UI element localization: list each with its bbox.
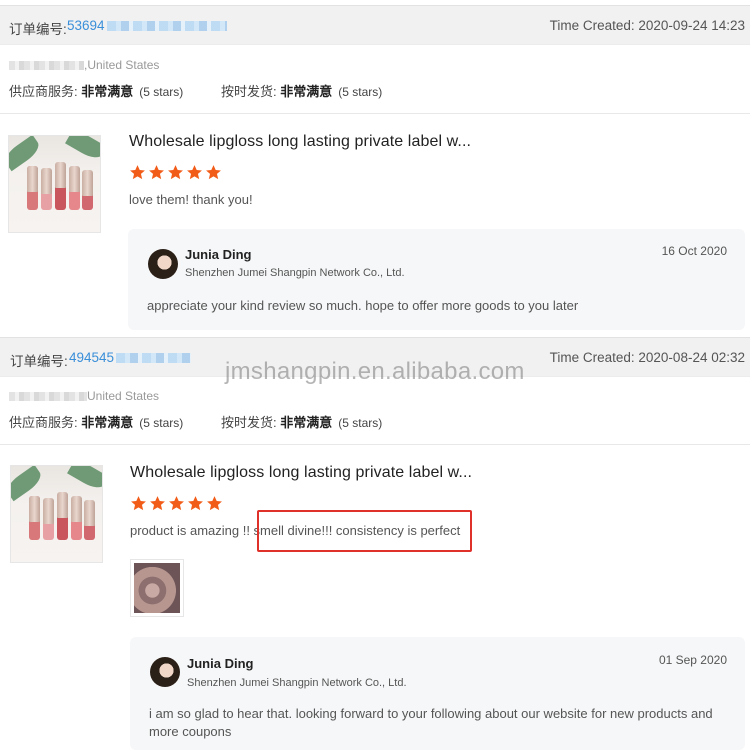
star-icon bbox=[168, 165, 183, 180]
star-icon bbox=[169, 496, 184, 511]
reply-company: Shenzhen Jumei Shangpin Network Co., Ltd… bbox=[185, 267, 405, 279]
shipping-stars: (5 stars) bbox=[338, 85, 383, 99]
reply-date: 01 Sep 2020 bbox=[658, 653, 727, 667]
supplier-reply: Junia Ding Shenzhen Jumei Shangpin Netwo… bbox=[130, 637, 745, 750]
review-photo[interactable] bbox=[130, 559, 184, 617]
review-text: love them! thank you! bbox=[129, 192, 253, 207]
star-icon bbox=[207, 496, 222, 511]
supplier-service-value: 非常满意 bbox=[81, 415, 134, 430]
order-number-link[interactable]: 53694 bbox=[67, 18, 227, 33]
order-number-label: 订单编号: bbox=[10, 354, 68, 369]
order-number-link[interactable]: 494545 bbox=[69, 350, 192, 365]
reply-author-name: Junia Ding bbox=[187, 656, 254, 671]
redacted-buyer-name bbox=[9, 392, 87, 402]
redacted-order-number bbox=[106, 21, 227, 32]
star-icon bbox=[187, 165, 202, 180]
redacted-order-number bbox=[116, 353, 192, 364]
rating-stars bbox=[130, 495, 223, 512]
supplier-service-label: 供应商服务: bbox=[9, 415, 78, 430]
supplier-service-stars: (5 stars) bbox=[139, 416, 184, 430]
star-icon bbox=[130, 165, 145, 180]
star-icon bbox=[150, 496, 165, 511]
star-icon bbox=[206, 165, 221, 180]
reply-date: 16 Oct 2020 bbox=[661, 244, 727, 258]
avatar bbox=[150, 657, 180, 687]
product-thumbnail[interactable] bbox=[10, 465, 103, 563]
order-number-label: 订单编号: bbox=[9, 22, 67, 37]
time-created: Time Created: 2020-09-24 14:23 bbox=[549, 18, 745, 33]
star-icon bbox=[131, 496, 146, 511]
reply-author-name: Junia Ding bbox=[185, 247, 252, 262]
redacted-buyer-name bbox=[9, 61, 84, 71]
avatar bbox=[148, 249, 178, 279]
product-title-link[interactable]: Wholesale lipgloss long lasting private … bbox=[129, 133, 471, 151]
divider bbox=[0, 444, 750, 445]
supplier-service-value: 非常满意 bbox=[81, 84, 134, 99]
supplier-reply: Junia Ding Shenzhen Jumei Shangpin Netwo… bbox=[128, 229, 745, 330]
shipping-value: 非常满意 bbox=[280, 84, 333, 99]
rating-stars bbox=[129, 164, 222, 181]
reply-message: appreciate your kind review so much. hop… bbox=[147, 298, 579, 313]
product-thumbnail[interactable] bbox=[8, 135, 101, 233]
product-title-link[interactable]: Wholesale lipgloss long lasting private … bbox=[130, 464, 472, 482]
supplier-service-stars: (5 stars) bbox=[139, 85, 184, 99]
star-icon bbox=[149, 165, 164, 180]
star-icon bbox=[188, 496, 203, 511]
supplier-service-label: 供应商服务: bbox=[9, 84, 78, 99]
reply-message: i am so glad to hear that. looking forwa… bbox=[149, 706, 713, 739]
buyer-location: United States bbox=[9, 389, 159, 403]
shipping-label: 按时发货: bbox=[221, 84, 277, 99]
buyer-location: ,United States bbox=[9, 58, 159, 72]
supplier-ratings: 供应商服务: 非常满意 (5 stars) 按时发货: 非常满意 (5 stars) bbox=[9, 81, 382, 100]
shipping-label: 按时发货: bbox=[221, 415, 277, 430]
time-created: Time Created: 2020-08-24 02:32 bbox=[549, 350, 745, 365]
shipping-stars: (5 stars) bbox=[338, 416, 383, 430]
supplier-ratings: 供应商服务: 非常满意 (5 stars) 按时发货: 非常满意 (5 stars) bbox=[9, 412, 382, 431]
divider bbox=[0, 113, 750, 114]
shipping-value: 非常满意 bbox=[280, 415, 333, 430]
reply-company: Shenzhen Jumei Shangpin Network Co., Ltd… bbox=[187, 677, 407, 689]
highlight-box bbox=[257, 510, 472, 552]
order-header: 订单编号: 53694 Time Created: 2020-09-24 14:… bbox=[0, 5, 750, 45]
watermark: jmshangpin.en.alibaba.com bbox=[225, 358, 525, 385]
